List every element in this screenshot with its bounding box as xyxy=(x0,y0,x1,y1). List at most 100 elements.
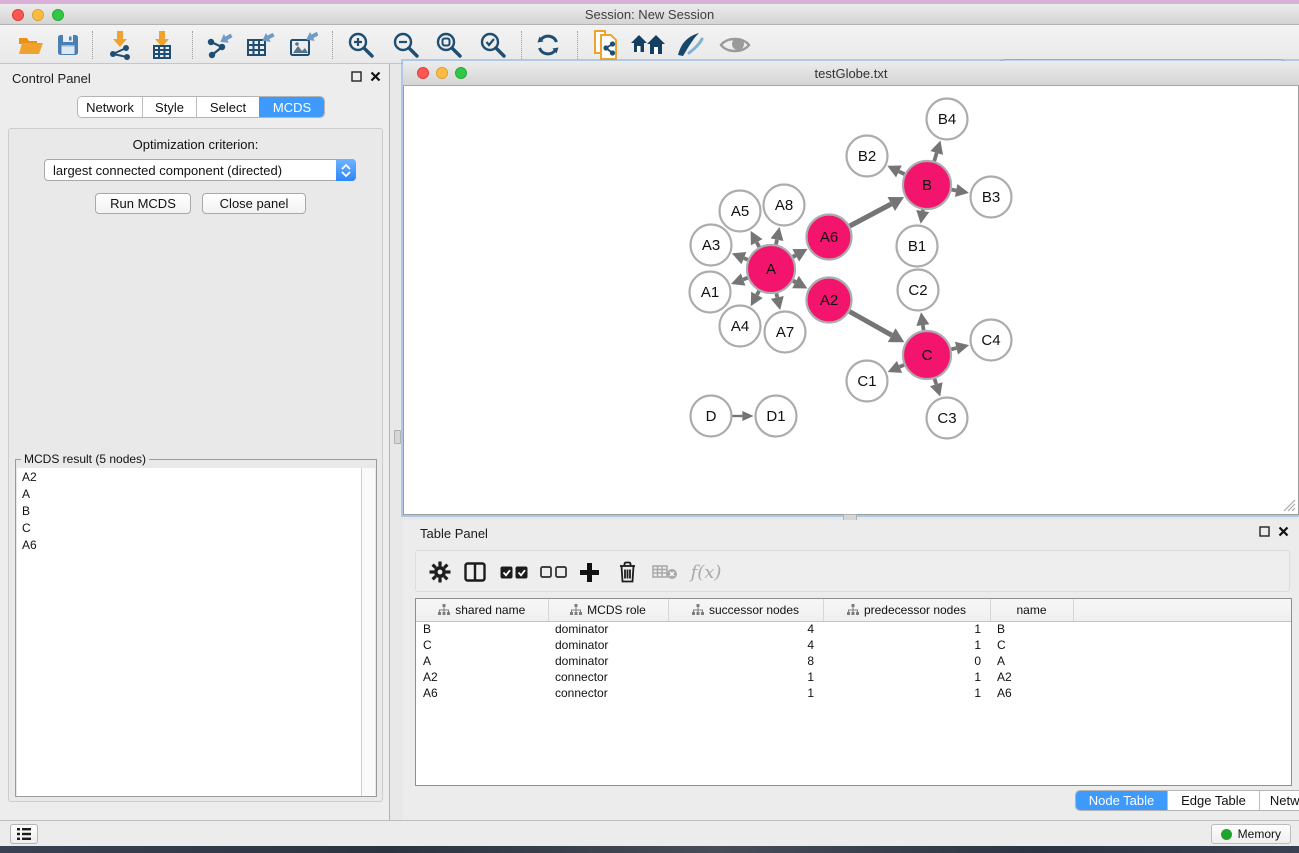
close-network-icon[interactable] xyxy=(417,67,429,79)
minimize-window-icon[interactable] xyxy=(32,9,44,21)
graph-edge-C-C1[interactable] xyxy=(900,365,905,367)
table-row[interactable]: Cdominator41C xyxy=(416,637,1291,653)
graph-edge-A-A6[interactable] xyxy=(793,255,796,257)
table-row[interactable]: Adominator80A xyxy=(416,653,1291,669)
zoom-in-icon[interactable] xyxy=(341,28,381,62)
graph-edge-B-B2[interactable] xyxy=(899,171,905,174)
resize-grip-icon[interactable] xyxy=(1283,499,1296,512)
cell[interactable]: A2 xyxy=(416,669,548,685)
cell[interactable]: 1 xyxy=(823,621,990,637)
app-titlebar[interactable]: Session: New Session xyxy=(0,4,1299,25)
export-network-icon[interactable] xyxy=(199,28,239,62)
table-row[interactable]: A6connector11A6 xyxy=(416,685,1291,701)
result-list-scrollbar[interactable] xyxy=(361,468,375,796)
select-all-icon[interactable] xyxy=(496,555,532,589)
mcds-result-list[interactable]: A2ABCA6 xyxy=(17,468,362,796)
home-icon[interactable] xyxy=(628,28,668,62)
show-columns-icon[interactable] xyxy=(457,555,493,589)
import-table-icon[interactable] xyxy=(142,28,182,62)
tab-node-table[interactable]: Node Table xyxy=(1076,791,1167,810)
export-table-icon[interactable] xyxy=(240,28,280,62)
run-mcds-button[interactable]: Run MCDS xyxy=(95,193,191,214)
graph-edge-A-A2[interactable] xyxy=(793,281,795,282)
graph-edge-A-A3[interactable] xyxy=(744,258,748,260)
cell[interactable]: 1 xyxy=(823,637,990,653)
graph-edge-A-A5[interactable] xyxy=(757,242,760,247)
zoom-fit-icon[interactable] xyxy=(429,28,469,62)
graph-edge-A-A1[interactable] xyxy=(743,278,747,280)
delete-column-icon[interactable] xyxy=(609,555,645,589)
criterion-dropdown[interactable]: largest connected component (directed) xyxy=(44,159,356,181)
export-image-icon[interactable] xyxy=(283,28,323,62)
graph-edge-B-B4[interactable] xyxy=(934,153,936,161)
graph-edge-A-A8[interactable] xyxy=(776,240,777,245)
add-column-icon[interactable] xyxy=(571,555,607,589)
cell[interactable]: A2 xyxy=(990,669,1073,685)
graph-edge-A-A7[interactable] xyxy=(776,293,777,297)
graph-edge-C-C4[interactable] xyxy=(951,348,956,349)
refresh-icon[interactable] xyxy=(528,28,568,62)
result-item[interactable]: C xyxy=(17,519,362,536)
result-item[interactable]: B xyxy=(17,502,362,519)
new-network-icon[interactable] xyxy=(586,28,626,62)
close-window-icon[interactable] xyxy=(12,9,24,21)
table-settings-gear-icon[interactable] xyxy=(422,555,458,589)
cell[interactable]: C xyxy=(990,637,1073,653)
cell[interactable]: 1 xyxy=(823,669,990,685)
table-row[interactable]: A2connector11A2 xyxy=(416,669,1291,685)
zoom-out-icon[interactable] xyxy=(386,28,426,62)
column-header-successor-nodes[interactable]: successor nodes xyxy=(668,599,823,621)
close-panel-icon[interactable] xyxy=(370,71,381,82)
tab-network[interactable]: Network xyxy=(78,97,142,117)
float-table-panel-icon[interactable] xyxy=(1259,526,1270,537)
cell[interactable]: A xyxy=(990,653,1073,669)
cell[interactable]: A6 xyxy=(990,685,1073,701)
close-table-panel-icon[interactable] xyxy=(1278,526,1289,537)
cell[interactable]: dominator xyxy=(548,653,668,669)
result-item[interactable]: A6 xyxy=(17,536,362,553)
zoom-selected-icon[interactable] xyxy=(473,28,513,62)
import-network-icon[interactable] xyxy=(100,28,140,62)
cell[interactable]: C xyxy=(416,637,548,653)
column-header-MCDS-role[interactable]: MCDS role xyxy=(548,599,668,621)
float-panel-icon[interactable] xyxy=(351,71,362,82)
tab-edge-table[interactable]: Edge Table xyxy=(1167,791,1259,810)
style-brush-icon[interactable] xyxy=(670,28,710,62)
open-file-icon[interactable] xyxy=(11,28,51,62)
cell[interactable]: 8 xyxy=(668,653,823,669)
cell[interactable]: 0 xyxy=(823,653,990,669)
column-header-predecessor-nodes[interactable]: predecessor nodes xyxy=(823,599,990,621)
graph-edge-C-C3[interactable] xyxy=(935,379,937,384)
cell[interactable]: 4 xyxy=(668,621,823,637)
graph-edge-B-B3[interactable] xyxy=(952,190,957,191)
memory-button[interactable]: Memory xyxy=(1211,824,1291,844)
graph-edge-C-C2[interactable] xyxy=(923,325,924,330)
cell[interactable]: connector xyxy=(548,685,668,701)
network-window-titlebar[interactable]: testGlobe.txt xyxy=(403,61,1299,86)
cell[interactable]: 1 xyxy=(823,685,990,701)
maximize-window-icon[interactable] xyxy=(52,9,64,21)
result-item[interactable]: A xyxy=(17,485,362,502)
delete-table-icon[interactable] xyxy=(647,555,683,589)
column-header-shared-name[interactable]: shared name xyxy=(416,599,548,621)
tab-select[interactable]: Select xyxy=(196,97,259,117)
cell[interactable]: B xyxy=(990,621,1073,637)
network-canvas[interactable]: B4B2BB3A5A8A6A3B1AC2A1A2A4A7C4CC1C3DD1 xyxy=(403,86,1299,515)
cell[interactable]: dominator xyxy=(548,637,668,653)
show-hide-icon[interactable] xyxy=(715,28,755,62)
cell[interactable]: A6 xyxy=(416,685,548,701)
maximize-network-icon[interactable] xyxy=(455,67,467,79)
minimize-network-icon[interactable] xyxy=(436,67,448,79)
vertical-splitter-handle[interactable] xyxy=(394,430,401,444)
table-row[interactable]: Bdominator41B xyxy=(416,621,1291,637)
tab-style[interactable]: Style xyxy=(142,97,196,117)
graph-edge-A2-C[interactable] xyxy=(849,312,891,336)
cell[interactable]: dominator xyxy=(548,621,668,637)
cell[interactable]: A xyxy=(416,653,548,669)
graph-edge-A6-B[interactable] xyxy=(850,204,891,226)
cell[interactable]: B xyxy=(416,621,548,637)
tab-network-table[interactable]: Network Table xyxy=(1259,791,1299,810)
graph-edge-A-A4[interactable] xyxy=(757,291,759,295)
tab-mcds[interactable]: MCDS xyxy=(259,97,324,117)
close-panel-button[interactable]: Close panel xyxy=(202,193,306,214)
